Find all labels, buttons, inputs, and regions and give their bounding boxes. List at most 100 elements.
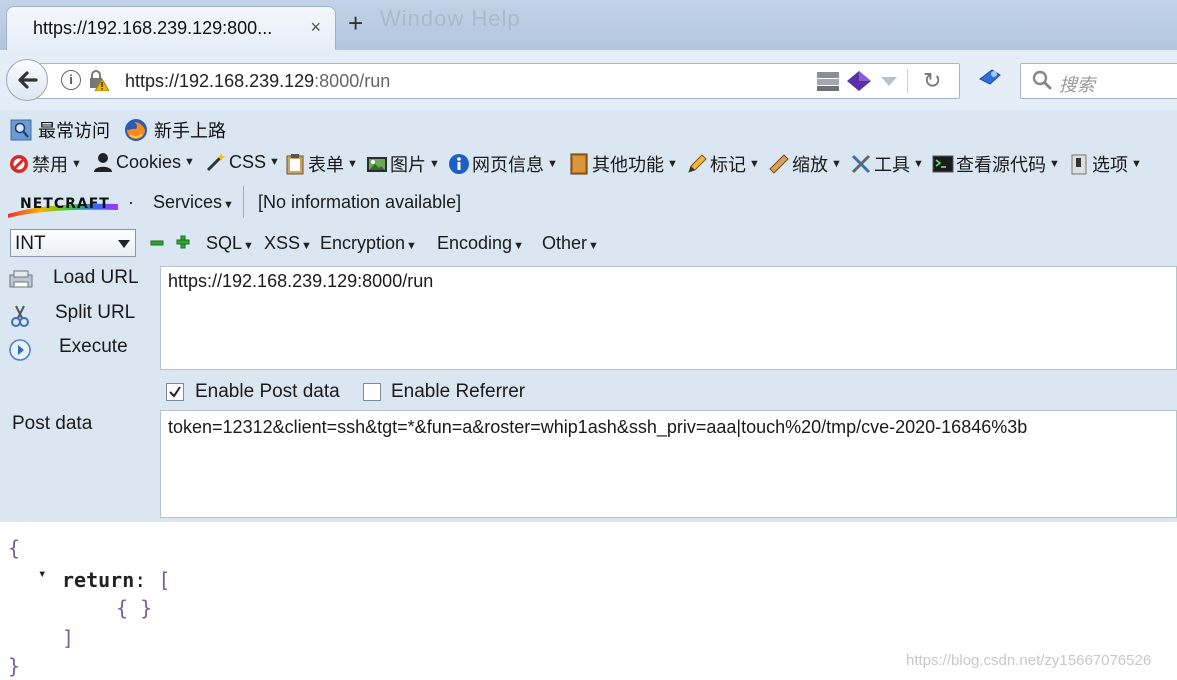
dropdown-arrow-icon bbox=[881, 77, 897, 86]
post-data-textarea[interactable]: token=12312&client=ssh&tgt=*&fun=a&roste… bbox=[160, 410, 1177, 518]
search-box[interactable]: 搜索 bbox=[1020, 63, 1177, 99]
hackbar-url-value: https://192.168.239.129:8000/run bbox=[168, 271, 434, 291]
wd-page-info-menu[interactable]: 网页信息 ▼ bbox=[448, 151, 558, 177]
terminal-icon bbox=[932, 155, 954, 173]
image-icon bbox=[367, 157, 387, 172]
wd-css-menu[interactable]: CSS ▼ bbox=[205, 151, 280, 173]
url-host: https://192.168.239.129 bbox=[125, 71, 315, 91]
json-close-bracket: ] bbox=[62, 626, 75, 650]
execute-button[interactable]: Execute bbox=[8, 336, 128, 362]
tab-active[interactable]: https://192.168.239.129:800... × bbox=[6, 6, 336, 51]
json-key: return bbox=[62, 568, 135, 592]
wd-label: 选项 bbox=[1092, 155, 1128, 175]
wd-view-source-menu[interactable]: 查看源代码 ▼ bbox=[932, 151, 1060, 177]
back-button[interactable] bbox=[6, 59, 48, 101]
netcraft-dropdown-icon[interactable]: · bbox=[128, 192, 134, 213]
new-tab-button[interactable]: + bbox=[348, 10, 363, 36]
post-data-value: token=12312&client=ssh&tgt=*&fun=a&roste… bbox=[168, 417, 1028, 437]
search-icon bbox=[1031, 69, 1053, 96]
encryption-menu[interactable]: Encryption▼ bbox=[320, 233, 417, 254]
menu-label: Encryption bbox=[320, 233, 406, 253]
plus-icon[interactable] bbox=[176, 235, 190, 254]
enable-post-checkbox[interactable] bbox=[166, 383, 184, 401]
menu-label: SQL bbox=[206, 233, 243, 253]
hackbar-url-textarea[interactable]: https://192.168.239.129:8000/run bbox=[160, 266, 1177, 370]
bookmark-label: 新手上路 bbox=[154, 121, 226, 141]
search-placeholder: 搜索 bbox=[1059, 75, 1095, 95]
navigation-bar: i https://192.168.239.129:8000/run ↻ 搜索 bbox=[0, 50, 1177, 110]
play-icon bbox=[9, 339, 31, 361]
wd-misc-menu[interactable]: 其他功能 ▼ bbox=[568, 151, 678, 177]
split-url-button[interactable]: Split URL bbox=[8, 302, 135, 328]
wd-label: 查看源代码 bbox=[956, 155, 1046, 175]
book-icon bbox=[570, 153, 588, 175]
post-data-label: Post data bbox=[12, 413, 93, 434]
collapse-toggle-icon[interactable]: ▾ bbox=[38, 566, 46, 582]
hackbar-toolbar: INT SQL▼ XSS▼ Encryption▼ Encoding▼ Othe… bbox=[0, 226, 1177, 262]
wd-label: 网页信息 bbox=[472, 155, 544, 175]
bookmark-getting-started[interactable]: 新手上路 bbox=[124, 117, 226, 143]
wd-options-menu[interactable]: 选项 ▼ bbox=[1068, 151, 1142, 177]
checkmark-icon bbox=[169, 386, 181, 398]
enable-post-label[interactable]: Enable Post data bbox=[195, 381, 340, 403]
bookmark-most-visited[interactable]: 最常访问 bbox=[10, 117, 110, 143]
wd-cookies-menu[interactable]: Cookies ▼ bbox=[92, 151, 195, 173]
int-select-value: INT bbox=[15, 233, 46, 254]
wd-resize-menu[interactable]: 缩放 ▼ bbox=[768, 151, 842, 177]
netcraft-info: [No information available] bbox=[258, 192, 462, 212]
menu-label: Other bbox=[542, 233, 588, 253]
wd-label: 图片 bbox=[390, 155, 426, 175]
json-colon: : bbox=[134, 568, 147, 592]
netcraft-logo[interactable]: NETCRAFT bbox=[8, 190, 120, 223]
wd-outline-menu[interactable]: 标记 ▼ bbox=[686, 151, 760, 177]
url-text[interactable]: https://192.168.239.129:8000/run bbox=[125, 71, 390, 92]
netcraft-toolbar: NETCRAFT · Services▼ [No information ava… bbox=[0, 184, 1177, 220]
reload-icon[interactable]: ↻ bbox=[923, 68, 941, 94]
url-bar[interactable]: i https://192.168.239.129:8000/run ↻ bbox=[30, 63, 960, 99]
sql-menu[interactable]: SQL▼ bbox=[206, 233, 254, 254]
wd-label: 表单 bbox=[308, 155, 344, 175]
info-icon[interactable]: i bbox=[61, 70, 81, 90]
json-open-bracket: [ bbox=[158, 568, 171, 592]
services-label: Services bbox=[153, 192, 223, 212]
menu-label: XSS bbox=[264, 233, 301, 253]
wd-disable-menu[interactable]: 禁用 ▼ bbox=[8, 151, 82, 177]
tab-close-icon[interactable]: × bbox=[310, 17, 321, 38]
minus-icon[interactable] bbox=[150, 236, 164, 255]
gem-icon bbox=[847, 71, 871, 91]
wd-images-menu[interactable]: 图片 ▼ bbox=[366, 151, 440, 177]
disable-icon bbox=[10, 155, 28, 173]
encoding-menu[interactable]: Encoding▼ bbox=[437, 233, 524, 254]
scissors-icon bbox=[11, 305, 29, 327]
enable-referrer-label[interactable]: Enable Referrer bbox=[391, 381, 525, 403]
wand-icon bbox=[206, 153, 226, 172]
pencil-icon bbox=[688, 154, 707, 173]
watermark: https://blog.csdn.net/zy15667076526 bbox=[906, 652, 1152, 669]
wd-tools-menu[interactable]: 工具 ▼ bbox=[850, 151, 924, 177]
netcraft-services-menu[interactable]: Services▼ bbox=[153, 192, 234, 213]
switch-icon bbox=[1071, 154, 1087, 175]
bookmark-label: 最常访问 bbox=[38, 121, 110, 141]
json-return-row: return: [ bbox=[62, 568, 170, 592]
wd-label: Cookies bbox=[116, 151, 182, 172]
wd-forms-menu[interactable]: 表单 ▼ bbox=[284, 151, 358, 177]
url-path: :8000/run bbox=[314, 71, 391, 91]
browser-chrome: Window Help https://192.168.239.129:800.… bbox=[0, 0, 1177, 522]
load-url-button[interactable]: Load URL bbox=[8, 267, 139, 291]
info-icon bbox=[449, 154, 469, 174]
clipboard-icon bbox=[286, 154, 304, 175]
extension-icon[interactable] bbox=[978, 67, 1002, 92]
title-bar: Window Help https://192.168.239.129:800.… bbox=[0, 0, 1177, 51]
wd-label: 其他功能 bbox=[592, 155, 664, 175]
web-developer-toolbar: 禁用 ▼ Cookies ▼ CSS ▼ 表单 ▼ 图片 ▼ 网页信息 ▼ 其他功能 ▼ 标 bbox=[0, 148, 1177, 180]
lock-warning-icon[interactable] bbox=[87, 69, 110, 96]
enable-referrer-checkbox[interactable] bbox=[363, 383, 381, 401]
json-close-brace: } bbox=[8, 654, 21, 678]
netcraft-logo-text: NETCRAFT bbox=[20, 196, 110, 212]
xss-menu[interactable]: XSS▼ bbox=[264, 233, 312, 254]
other-menu[interactable]: Other▼ bbox=[542, 233, 599, 254]
split-url-label: Split URL bbox=[55, 302, 136, 323]
load-url-label: Load URL bbox=[53, 267, 139, 288]
select-arrow-icon bbox=[118, 240, 130, 248]
int-select[interactable]: INT bbox=[10, 229, 136, 257]
